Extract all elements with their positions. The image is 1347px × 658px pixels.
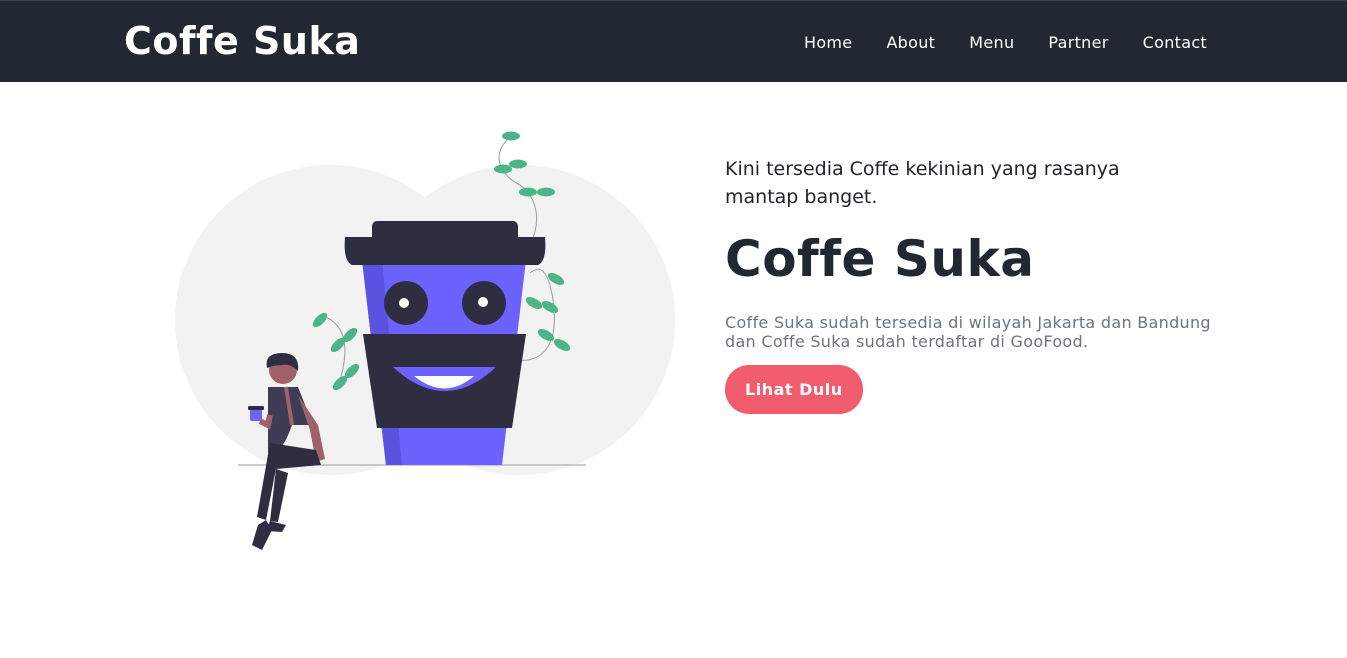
- navbar: Coffe Suka Home About Menu Partner Conta…: [0, 0, 1347, 82]
- brand-logo[interactable]: Coffe Suka: [124, 19, 360, 63]
- nav-link-home[interactable]: Home: [804, 33, 852, 52]
- hero-tagline: Kini tersedia Coffe kekinian yang rasany…: [725, 158, 1120, 208]
- nav-link-partner[interactable]: Partner: [1048, 33, 1108, 52]
- nav-link-menu[interactable]: Menu: [969, 33, 1014, 52]
- nav-links: Home About Menu Partner Contact: [804, 33, 1207, 52]
- nav-link-contact[interactable]: Contact: [1143, 33, 1207, 52]
- lihat-dulu-button[interactable]: Lihat Dulu: [725, 365, 863, 414]
- nav-link-about[interactable]: About: [886, 33, 935, 52]
- coffee-cup-character-illustration: [170, 125, 680, 555]
- hero-text: Kini tersedia Coffe kekinian yang rasany…: [725, 155, 1225, 414]
- hero-title: Coffe Suka: [725, 230, 1035, 288]
- hero-description: Coffe Suka sudah tersedia di wilayah Jak…: [725, 313, 1211, 351]
